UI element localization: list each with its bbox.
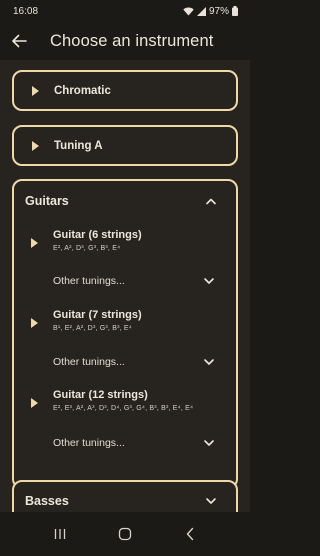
group-title: Guitars: [25, 194, 69, 208]
group-header-basses[interactable]: Basses: [14, 482, 236, 512]
chevron-down-icon: [202, 274, 216, 288]
group-header-guitars[interactable]: Guitars: [14, 181, 236, 221]
other-tunings-label: Other tunings...: [53, 437, 125, 449]
group-title: Basses: [25, 494, 69, 508]
instrument-card-chromatic[interactable]: Chromatic: [12, 70, 238, 111]
instrument-name: Guitar (6 strings): [53, 229, 142, 241]
battery-icon: [232, 6, 238, 16]
system-nav-bar: [0, 512, 250, 556]
home-icon[interactable]: [115, 524, 135, 544]
play-icon: [31, 318, 38, 328]
play-icon: [32, 85, 39, 96]
play-icon: [32, 140, 39, 151]
instrument-guitar-7[interactable]: Guitar (7 strings) B¹, E², A², D³, G³, B…: [14, 307, 236, 341]
instrument-label: Tuning A: [54, 139, 103, 152]
wifi-icon: [183, 7, 194, 16]
instrument-notes: E², E³, A², A³, D³, D⁴, G³, G⁴, B³, B³, …: [53, 405, 194, 412]
instrument-guitar-12[interactable]: Guitar (12 strings) E², E³, A², A³, D³, …: [14, 387, 236, 421]
chevron-down-icon: [202, 436, 216, 450]
instrument-notes: B¹, E², A², D³, G³, B³, E⁴: [53, 325, 132, 332]
instrument-list[interactable]: Chromatic Tuning A Guitars Guitar (6 str…: [0, 60, 250, 512]
group-card-guitars: Guitars Guitar (6 strings) E², A², D³, G…: [12, 179, 238, 489]
instrument-name: Guitar (12 strings): [53, 389, 148, 401]
other-tunings-guitar-12[interactable]: Other tunings...: [14, 432, 236, 454]
chevron-down-icon[interactable]: [204, 494, 218, 508]
group-card-basses[interactable]: Basses: [12, 480, 238, 512]
instrument-card-tuning-a[interactable]: Tuning A: [12, 125, 238, 166]
other-tunings-label: Other tunings...: [53, 275, 125, 287]
chevron-down-icon: [202, 355, 216, 369]
status-icons: 97%: [183, 6, 238, 17]
battery-percent: 97%: [208, 5, 229, 17]
status-time: 16:08: [13, 5, 39, 17]
status-bar: 16:08 97%: [0, 0, 250, 22]
other-tunings-guitar-6[interactable]: Other tunings...: [14, 270, 236, 292]
instrument-label: Chromatic: [54, 84, 111, 97]
play-icon: [31, 238, 38, 248]
chevron-up-icon[interactable]: [204, 194, 218, 208]
play-icon: [31, 398, 38, 408]
signal-icon: [196, 6, 206, 16]
instrument-guitar-6[interactable]: Guitar (6 strings) E², A², D³, G³, B³, E…: [14, 227, 236, 261]
app-bar: Choose an instrument: [0, 22, 250, 60]
other-tunings-guitar-7[interactable]: Other tunings...: [14, 351, 236, 373]
back-icon[interactable]: [180, 524, 200, 544]
instrument-notes: E², A², D³, G³, B³, E⁴: [53, 245, 121, 252]
page-title: Choose an instrument: [50, 31, 214, 50]
arrow-left-icon: [11, 33, 27, 49]
other-tunings-label: Other tunings...: [53, 356, 125, 368]
back-button[interactable]: [0, 22, 38, 60]
recent-apps-icon[interactable]: [50, 524, 70, 544]
instrument-name: Guitar (7 strings): [53, 309, 142, 321]
